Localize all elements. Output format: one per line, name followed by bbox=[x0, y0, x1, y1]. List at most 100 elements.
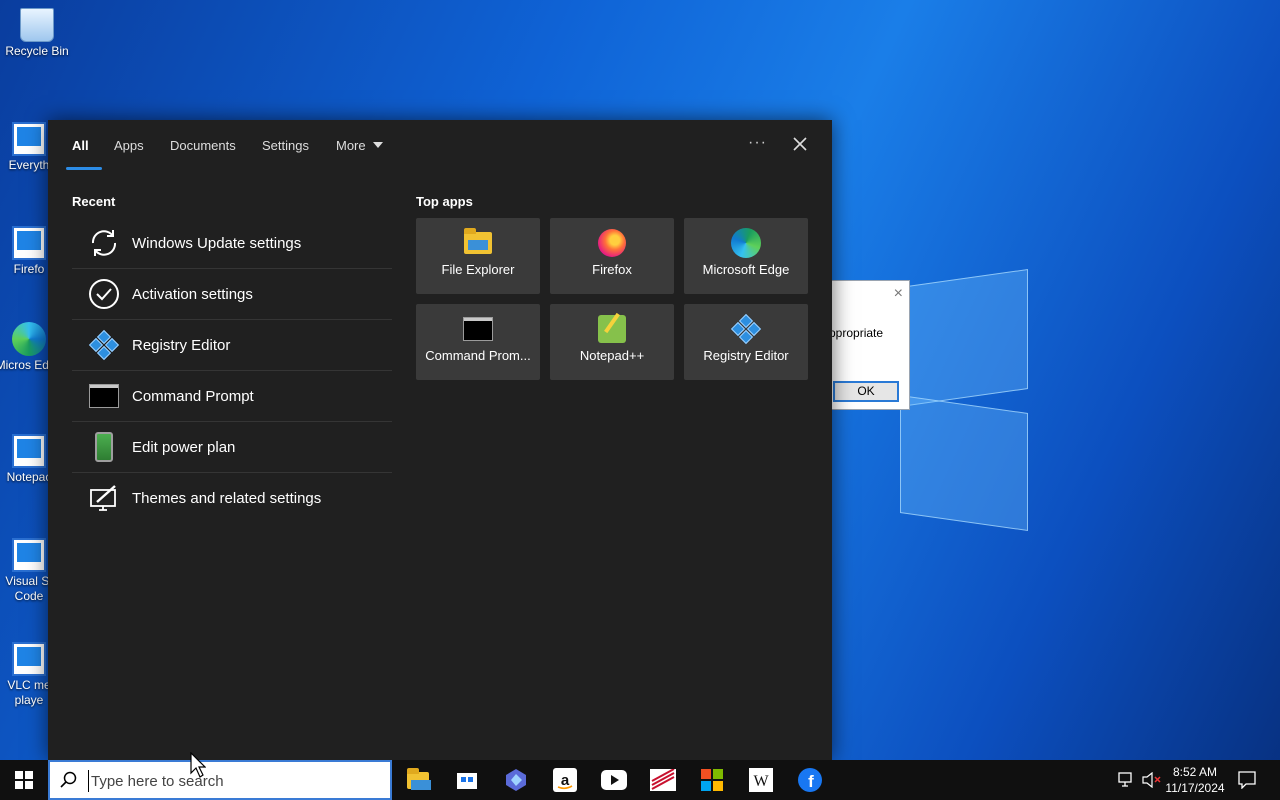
taskbar-facebook[interactable]: f bbox=[796, 766, 824, 794]
taskbar-wikipedia[interactable]: W bbox=[747, 766, 775, 794]
recent-item-power-plan[interactable]: Edit power plan bbox=[72, 422, 392, 473]
more-options-button[interactable]: ··· bbox=[748, 134, 767, 152]
desktop-icon-recycle-bin[interactable]: Recycle Bin bbox=[0, 8, 74, 59]
shortcut-icon bbox=[12, 642, 46, 676]
youtube-icon bbox=[601, 770, 627, 790]
close-icon[interactable] bbox=[788, 132, 812, 156]
recent-item-label: Registry Editor bbox=[132, 336, 231, 354]
windows-logo-icon bbox=[15, 771, 33, 789]
store-icon bbox=[457, 773, 477, 789]
svg-text:a: a bbox=[561, 772, 570, 789]
taskbar-store[interactable] bbox=[453, 766, 481, 794]
checkmark-circle-icon bbox=[86, 276, 122, 312]
search-panel: All Apps Documents Settings More ··· Rec… bbox=[48, 120, 832, 760]
recent-item-windows-update[interactable]: Windows Update settings bbox=[72, 218, 392, 269]
wikipedia-icon: W bbox=[749, 768, 773, 792]
top-app-notepadpp[interactable]: Notepad++ bbox=[550, 304, 674, 380]
top-apps-title: Top apps bbox=[416, 194, 473, 209]
shortcut-icon bbox=[12, 226, 46, 260]
top-app-file-explorer[interactable]: File Explorer bbox=[416, 218, 540, 294]
volume-muted-icon[interactable] bbox=[1142, 772, 1162, 788]
desktop-icon-label: Everyth bbox=[8, 158, 50, 172]
dialog-close-icon[interactable]: × bbox=[894, 285, 903, 303]
tab-all[interactable]: All bbox=[72, 138, 89, 153]
top-app-label: Notepad++ bbox=[579, 348, 645, 363]
taskbar-amazon[interactable]: a bbox=[551, 766, 579, 794]
top-app-label: Firefox bbox=[592, 262, 632, 277]
facebook-icon: f bbox=[798, 768, 822, 792]
firefox-icon bbox=[597, 228, 627, 258]
recent-title: Recent bbox=[72, 194, 116, 209]
top-app-label: Command Prom... bbox=[425, 348, 531, 363]
top-app-command-prompt[interactable]: Command Prom... bbox=[416, 304, 540, 380]
recent-item-registry-editor[interactable]: Registry Editor bbox=[72, 320, 392, 371]
desktop-icon-label: VLC me playe bbox=[7, 678, 51, 707]
recent-item-label: Activation settings bbox=[132, 285, 253, 303]
edge-icon bbox=[731, 228, 761, 258]
registry-editor-icon bbox=[730, 313, 762, 345]
dialog-ok-button[interactable]: OK bbox=[833, 381, 899, 402]
desktop-icon-label: Firefo bbox=[13, 262, 45, 276]
clock-time: 8:52 AM bbox=[1172, 765, 1218, 779]
start-button[interactable] bbox=[0, 760, 48, 800]
search-icon bbox=[60, 771, 77, 788]
top-app-firefox[interactable]: Firefox bbox=[550, 218, 674, 294]
svg-text:W: W bbox=[753, 773, 769, 790]
svg-text:f: f bbox=[808, 772, 814, 791]
notepadpp-icon bbox=[597, 314, 627, 344]
search-tabs: All Apps Documents Settings More ··· bbox=[48, 120, 832, 172]
command-prompt-icon bbox=[463, 314, 493, 344]
top-app-label: Registry Editor bbox=[703, 348, 789, 363]
microsoft-icon bbox=[701, 769, 723, 791]
file-explorer-icon bbox=[407, 767, 431, 790]
recent-item-label: Windows Update settings bbox=[132, 234, 302, 252]
tab-apps[interactable]: Apps bbox=[114, 138, 144, 153]
recent-item-themes[interactable]: Themes and related settings bbox=[72, 473, 392, 524]
amazon-icon: a bbox=[553, 768, 577, 792]
recent-list: Windows Update settings Activation setti… bbox=[72, 218, 392, 524]
active-tab-indicator bbox=[66, 167, 102, 170]
taskbar-file-explorer[interactable] bbox=[404, 766, 432, 794]
battery-icon bbox=[86, 429, 122, 465]
refresh-icon bbox=[86, 225, 122, 261]
dialog-message: ppropriate bbox=[829, 326, 884, 340]
copilot-icon bbox=[506, 769, 526, 791]
recent-item-activation[interactable]: Activation settings bbox=[72, 269, 392, 320]
taskbar-microsoft[interactable] bbox=[698, 766, 726, 794]
tab-more[interactable]: More bbox=[336, 138, 383, 153]
taskbar-clock[interactable]: 8:52 AM 11/17/2024 bbox=[1162, 764, 1228, 796]
clock-date: 11/17/2024 bbox=[1165, 781, 1225, 795]
taskbar-bank[interactable] bbox=[649, 766, 677, 794]
tab-documents[interactable]: Documents bbox=[170, 138, 236, 153]
command-prompt-icon bbox=[86, 378, 122, 414]
top-app-edge[interactable]: Microsoft Edge bbox=[684, 218, 808, 294]
taskbar-youtube[interactable] bbox=[600, 766, 628, 794]
recent-item-command-prompt[interactable]: Command Prompt bbox=[72, 371, 392, 422]
recent-item-label: Themes and related settings bbox=[132, 490, 322, 507]
themes-brush-icon bbox=[86, 481, 122, 517]
top-app-registry-editor[interactable]: Registry Editor bbox=[684, 304, 808, 380]
bank-icon bbox=[650, 769, 676, 791]
shortcut-icon bbox=[12, 122, 46, 156]
desktop-icon-label: Visual St Code bbox=[5, 574, 53, 603]
shortcut-icon bbox=[12, 538, 46, 572]
recycle-bin-icon bbox=[20, 8, 54, 42]
tab-more-label: More bbox=[336, 138, 366, 153]
recent-item-label: Edit power plan bbox=[132, 438, 236, 456]
search-input[interactable] bbox=[88, 770, 378, 792]
caret-down-icon bbox=[372, 142, 383, 148]
top-app-label: File Explorer bbox=[441, 262, 515, 277]
edge-icon bbox=[12, 322, 46, 356]
network-icon[interactable] bbox=[1118, 772, 1136, 788]
file-explorer-icon bbox=[463, 228, 493, 258]
registry-editor-icon bbox=[86, 327, 122, 363]
taskbar-search-box[interactable] bbox=[48, 760, 392, 800]
notifications-icon[interactable] bbox=[1238, 771, 1256, 789]
taskbar-copilot[interactable] bbox=[502, 766, 530, 794]
tab-settings[interactable]: Settings bbox=[262, 138, 309, 153]
desktop-icon-label: Notepac bbox=[6, 470, 52, 484]
desktop-icon-label: Recycle Bin bbox=[5, 44, 69, 58]
recent-item-label: Command Prompt bbox=[132, 387, 254, 405]
top-app-label: Microsoft Edge bbox=[702, 262, 790, 277]
mouse-cursor-icon bbox=[190, 752, 206, 778]
